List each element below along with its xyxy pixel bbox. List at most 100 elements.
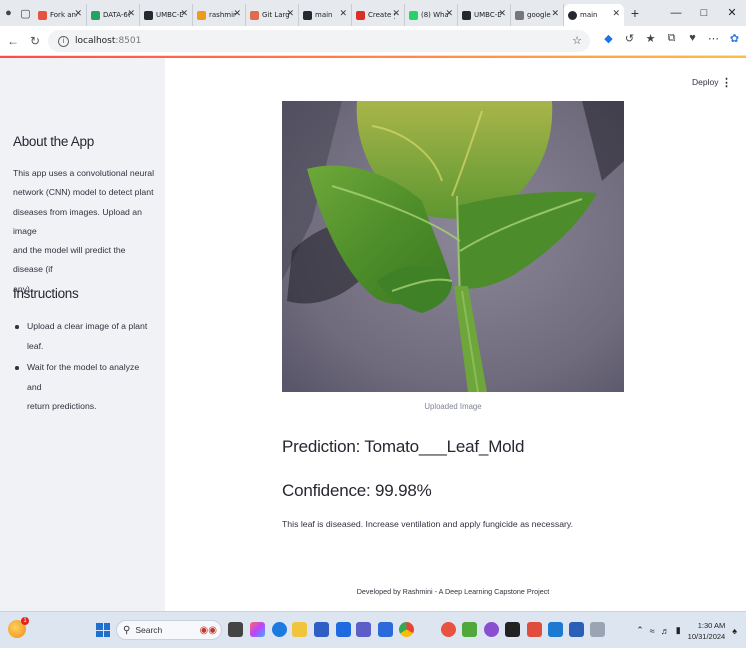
browser-tab[interactable]: (8) What✕ [405,4,458,26]
main-content: Deploy ⋮ Uploaded Image Prediction: Toma… [165,58,746,611]
weather-icon[interactable]: 1 [8,617,29,638]
taskbar-search-label: Search [135,625,163,635]
image-caption: Uploaded Image [424,402,482,411]
terminal-icon[interactable] [505,622,520,637]
browser-tab[interactable]: Git Large✕ [246,4,299,26]
window-controls: — □ ✕ [662,0,746,26]
vscode-icon[interactable] [548,622,563,637]
close-tab-icon[interactable]: ✕ [498,9,506,19]
github-desktop-icon[interactable] [484,622,499,637]
tab-title: google [527,11,551,19]
url-host: localhost [75,36,116,46]
reload-icon[interactable]: ↻ [24,34,46,48]
tab-title: (8) What [421,11,448,19]
volume-icon[interactable]: ♬ [661,626,670,636]
tab-actions-icon[interactable]: ▢ [17,0,34,26]
close-tab-icon[interactable]: ✕ [180,9,188,19]
calculator-icon[interactable] [590,622,605,637]
task-view-icon[interactable] [228,622,243,637]
close-tab-icon[interactable]: ✕ [551,9,559,19]
main-menu-icon[interactable]: ⋮ [721,76,732,89]
search-highlight-icon: ◉◉ [199,625,217,636]
anaconda-icon[interactable] [462,622,477,637]
close-tab-icon[interactable]: ✕ [392,9,400,19]
browser-tab[interactable]: UMBC-D ✕ [140,4,193,26]
collections-icon[interactable]: ⧉ [661,32,682,45]
battery-icon[interactable]: ▮ [676,625,681,636]
notification-bell-icon[interactable]: ♠ [732,626,737,636]
tab-favicon-icon [356,10,365,20]
refresh-extension-icon[interactable]: ↺ [619,32,640,45]
close-tab-icon[interactable]: ✕ [127,9,135,19]
tab-title: main [580,11,598,19]
word-icon[interactable] [569,622,584,637]
instruction-text: return predictions. [27,401,97,411]
close-tab-icon[interactable]: ✕ [445,9,453,19]
clock-time: 1:30 AM [697,620,726,630]
powerpoint-icon[interactable] [527,622,542,637]
teams-icon[interactable] [356,622,371,637]
browser-tab[interactable]: Create yo✕ [352,4,405,26]
close-tab-icon[interactable]: ✕ [233,9,241,19]
close-tab-icon[interactable]: ✕ [612,9,620,19]
minimize-icon[interactable]: — [662,0,690,26]
browser-tab[interactable]: DATA-60 ✕ [87,4,140,26]
deploy-button[interactable]: Deploy [692,77,718,87]
instruction-item: Wait for the model to analyze and return … [13,358,155,417]
bookmark-star-icon[interactable]: ☆ [572,34,582,47]
new-tab-button[interactable]: + [624,5,646,21]
site-info-icon[interactable]: i [58,35,69,47]
back-arrow-icon[interactable]: ← [2,34,24,48]
favorites-icon[interactable]: ★ [640,32,661,45]
firefox-icon[interactable] [441,622,456,637]
browser-tab[interactable]: Fork and✕ [34,4,87,26]
file-explorer-icon[interactable] [292,622,307,637]
tab-title: UMBC-D [474,11,501,19]
confidence-heading: Confidence: 99.98% [282,481,432,500]
copilot-icon[interactable]: ✿ [724,32,745,45]
tab-title: DATA-60 [103,11,130,19]
chrome-icon[interactable] [399,622,414,637]
browser-tab-active[interactable]: main ✕ [564,4,624,26]
browser-tab[interactable]: main ✕ [299,4,352,26]
chevron-up-icon[interactable]: ⌃ [636,625,644,636]
wifi-icon[interactable]: ≈ [650,626,655,636]
about-text-line: diseases from images. Upload an image [13,206,142,236]
copilot-taskbar-icon[interactable] [250,622,265,637]
tab-title: Git Large [262,11,289,19]
sidebar: About the App This app uses a convolutio… [0,58,165,611]
tab-title: rashmini [209,11,236,19]
outlook-icon[interactable] [378,622,393,637]
tab-list: Fork and✕DATA-60✕UMBC-D✕rashmini✕Git Lar… [34,0,564,26]
about-text-line: This app uses a convolutional neural [13,168,155,178]
store-icon[interactable] [336,622,351,637]
tab-title: main [315,11,333,19]
edge-taskbar-icon[interactable] [272,622,287,637]
tab-favicon-icon [515,10,524,20]
extension-icon[interactable]: ◆ [598,32,619,45]
browser-essentials-icon[interactable]: ♥ [682,32,703,45]
close-tab-icon[interactable]: ✕ [286,9,294,19]
browser-extension-icons: ◆ ↺ ★ ⧉ ♥ ⋯ ✿ [598,32,745,45]
address-bar[interactable]: i localhost:8501 ☆ [48,30,590,52]
close-tab-icon[interactable]: ✕ [74,9,82,19]
tab-favicon-icon [38,10,47,20]
zoom-icon[interactable] [314,622,329,637]
instruction-text: Upload a clear image of a plant leaf. [27,321,148,351]
clock[interactable]: 1:30 AM 10/31/2024 [688,620,726,642]
tab-favicon-icon [409,10,418,20]
more-menu-icon[interactable]: ⋯ [703,32,724,45]
browser-tab[interactable]: google ✕ [511,4,564,26]
maximize-icon[interactable]: □ [690,0,718,26]
close-tab-icon[interactable]: ✕ [339,9,347,19]
close-window-icon[interactable]: ✕ [718,0,746,26]
profile-icon[interactable]: ● [0,0,17,26]
browser-tab[interactable]: UMBC-D ✕ [458,4,511,26]
start-button-icon[interactable] [96,623,110,637]
browser-tab[interactable]: rashmini✕ [193,4,246,26]
clock-date: 10/31/2024 [687,631,726,641]
uploaded-leaf-image [282,101,624,392]
tab-favicon-icon [144,10,153,20]
taskbar-search-box[interactable]: ⚲ Search ◉◉ [116,620,222,640]
advice-text: This leaf is diseased. Increase ventilat… [282,519,574,529]
